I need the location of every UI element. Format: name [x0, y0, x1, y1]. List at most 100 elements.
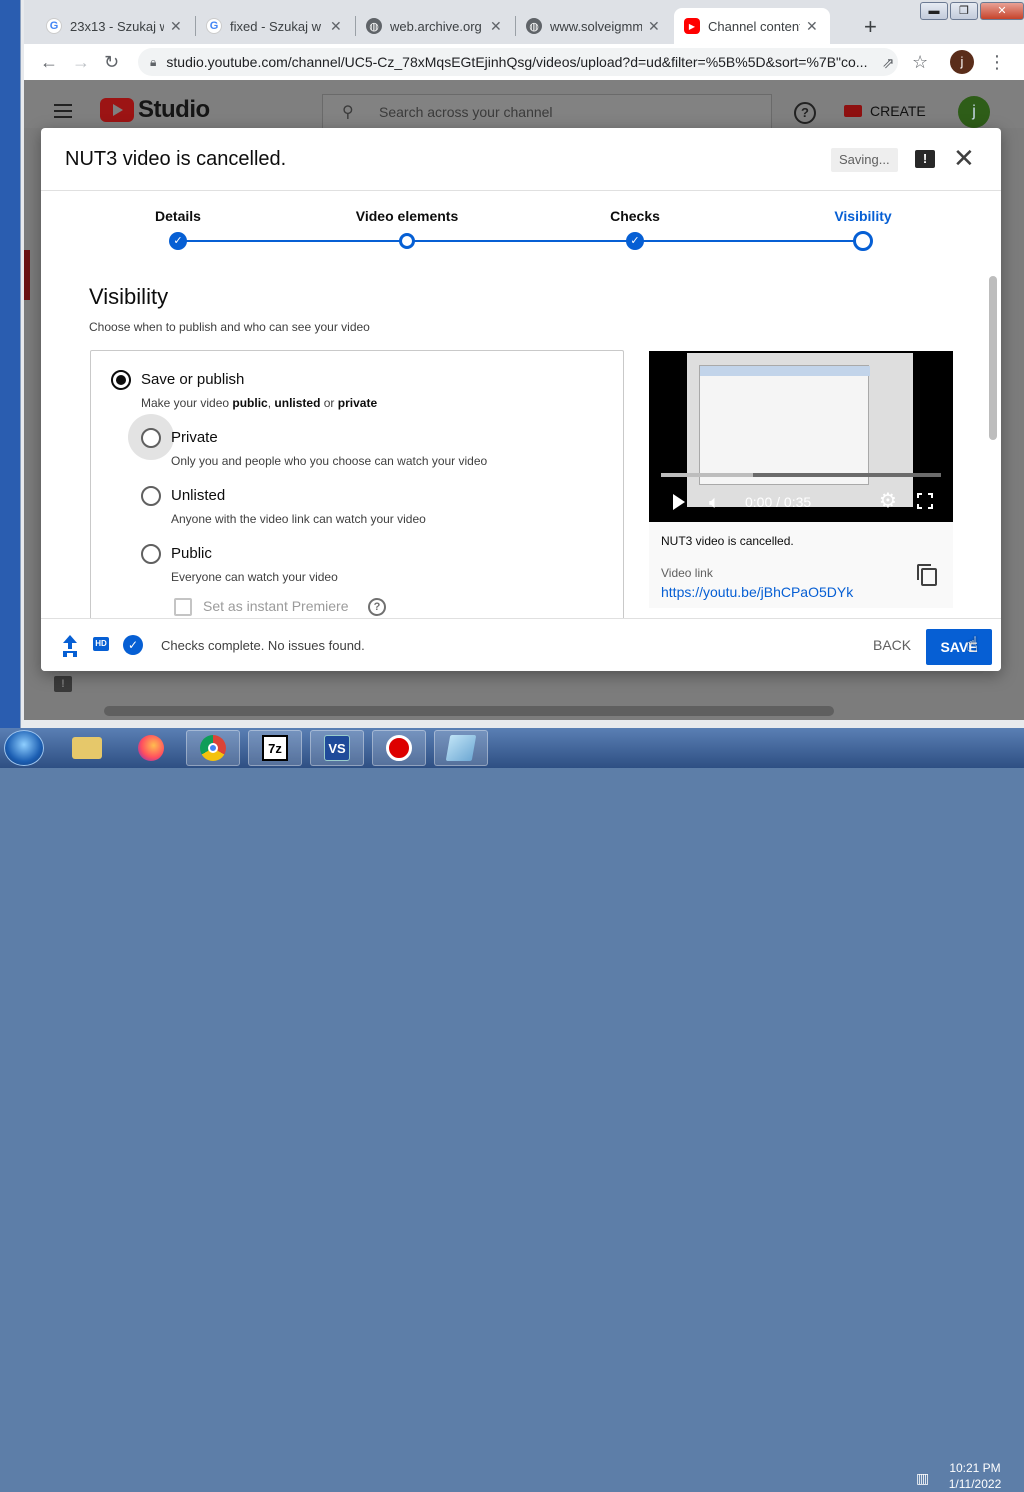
profile-avatar[interactable]: j — [950, 50, 974, 74]
new-tab-button[interactable]: + — [864, 14, 877, 40]
search-icon: ⚲ — [342, 104, 354, 121]
bookmark-star-icon[interactable]: ☆ — [912, 52, 928, 73]
save-publish-radio[interactable] — [111, 370, 131, 390]
reload-icon[interactable]: ↻ — [104, 52, 119, 73]
upload-dialog: NUT3 video is cancelled. Saving... ! ✕ D… — [41, 128, 1001, 671]
network-icon[interactable]: ▥ — [916, 1470, 929, 1487]
7zip-icon: 7z — [262, 735, 288, 761]
help-icon[interactable]: ? — [794, 102, 816, 124]
minimize-button[interactable]: ▬ — [920, 2, 948, 20]
dialog-scrollbar[interactable] — [989, 276, 997, 440]
folder-icon — [72, 737, 102, 759]
step-visibility-label[interactable]: Visibility — [834, 208, 891, 224]
step-details-label[interactable]: Details — [155, 208, 201, 224]
browser-toolbar: ← → ↻ 🔒︎ studio.youtube.com/channel/UC5-… — [24, 44, 1024, 80]
step-checks-check-icon[interactable]: ✓ — [626, 232, 644, 250]
unlisted-option-title[interactable]: Unlisted — [171, 487, 225, 504]
checks-complete-icon[interactable]: ✓ — [123, 635, 143, 655]
gear-icon[interactable]: ⚙ — [879, 490, 897, 512]
copy-icon[interactable] — [917, 564, 937, 586]
tab-close-icon[interactable]: ✕ — [170, 18, 184, 35]
save-button[interactable]: SAVE — [926, 629, 992, 665]
explorer-taskbar-button[interactable] — [60, 730, 114, 766]
tab-label: Channel content — [708, 18, 800, 34]
recorder-taskbar-button[interactable] — [372, 730, 426, 766]
thumbnail-window — [699, 365, 870, 485]
chrome-taskbar-button[interactable] — [186, 730, 240, 766]
step-visibility-node[interactable] — [853, 231, 873, 251]
tab-close-icon[interactable]: ✕ — [330, 18, 344, 35]
video-title: NUT3 video is cancelled. — [661, 534, 794, 548]
video-info-panel: NUT3 video is cancelled. Video link http… — [649, 522, 953, 608]
7zip-taskbar-button[interactable]: 7z — [248, 730, 302, 766]
video-player[interactable]: 🔈︎ 0:00 / 0:35 ⚙ — [649, 351, 953, 522]
step-video-elements-label[interactable]: Video elements — [356, 208, 458, 224]
globe-icon: ◍ — [366, 18, 382, 34]
help-icon[interactable]: ? — [368, 598, 386, 616]
close-icon[interactable]: ✕ — [953, 144, 975, 172]
studio-header: Studio Search across your channel ⚲ ? CR… — [24, 80, 1024, 130]
tab-label: 23x13 - Szukaj w G — [70, 18, 164, 34]
save-publish-title[interactable]: Save or publish — [141, 371, 244, 388]
studio-logo-text: Studio — [138, 96, 210, 123]
browser-menu-icon[interactable]: ⋮ — [988, 52, 1006, 73]
system-clock[interactable]: 10:21 PM 1/11/2022 — [940, 1460, 1010, 1492]
divider — [41, 190, 1001, 191]
tab-solveigmm[interactable]: ◍ www.solveigmm.c ✕ — [516, 8, 672, 44]
window-close-button[interactable]: ✕ — [980, 2, 1024, 20]
url-text: studio.youtube.com/channel/UC5-Cz_78xMqs… — [166, 54, 868, 70]
step-video-elements-node[interactable] — [399, 233, 415, 249]
studio-search-input[interactable]: Search across your channel — [322, 94, 772, 130]
private-option-desc: Only you and people who you choose can w… — [171, 454, 488, 468]
private-option-title[interactable]: Private — [171, 429, 218, 446]
forward-icon[interactable]: → — [72, 52, 90, 73]
vs-icon: VS — [324, 735, 350, 761]
private-radio[interactable] — [141, 428, 161, 448]
checks-status-text: Checks complete. No issues found. — [161, 638, 365, 653]
public-option-title[interactable]: Public — [171, 545, 212, 562]
share-icon[interactable]: ⇗ — [882, 54, 895, 72]
sidebar-feedback-icon[interactable]: ! — [54, 676, 72, 692]
create-button[interactable]: CREATE — [844, 96, 926, 126]
volume-icon[interactable]: 🔈︎ — [709, 492, 720, 512]
channel-avatar[interactable]: j — [958, 96, 990, 128]
tab-close-icon[interactable]: ✕ — [490, 18, 504, 35]
back-icon[interactable]: ← — [40, 52, 58, 73]
create-label: CREATE — [870, 103, 926, 119]
instant-premiere-checkbox[interactable] — [174, 598, 192, 616]
fullscreen-icon[interactable] — [916, 492, 934, 510]
tab-label: web.archive.org — [390, 18, 482, 34]
tab-close-icon[interactable]: ✕ — [648, 18, 662, 35]
video-time: 0:00 / 0:35 — [745, 494, 812, 510]
address-bar[interactable]: 🔒︎ studio.youtube.com/channel/UC5-Cz_78x… — [138, 48, 898, 76]
saving-badge: Saving... — [831, 148, 898, 172]
notepad-taskbar-button[interactable] — [434, 730, 488, 766]
video-progress-fill — [661, 473, 754, 477]
stepper-line — [178, 240, 863, 242]
google-icon: G — [46, 18, 62, 34]
hd-icon[interactable]: HD — [93, 637, 109, 651]
tab-channel-content[interactable]: ▶ Channel content ✕ — [674, 8, 830, 44]
tab-web-archive[interactable]: ◍ web.archive.org ✕ — [356, 8, 514, 44]
step-details-check-icon[interactable]: ✓ — [169, 232, 187, 250]
maximize-button[interactable]: ❐ — [950, 2, 978, 20]
firefox-taskbar-button[interactable] — [124, 730, 178, 766]
vs-taskbar-button[interactable]: VS — [310, 730, 364, 766]
horizontal-scrollbar[interactable] — [104, 706, 834, 716]
back-button[interactable]: BACK — [873, 637, 911, 653]
step-checks-label[interactable]: Checks — [610, 208, 660, 224]
play-icon[interactable] — [673, 494, 685, 510]
tab-label: www.solveigmm.c — [550, 18, 642, 34]
tab-google-search-2[interactable]: G fixed - Szukaj w G ✕ — [196, 8, 354, 44]
feedback-icon[interactable]: ! — [915, 150, 935, 168]
unlisted-radio[interactable] — [141, 486, 161, 506]
tab-close-icon[interactable]: ✕ — [806, 18, 820, 35]
public-radio[interactable] — [141, 544, 161, 564]
tab-label: fixed - Szukaj w G — [230, 18, 324, 34]
hamburger-menu-icon[interactable] — [54, 104, 72, 122]
tab-google-search-1[interactable]: G 23x13 - Szukaj w G ✕ — [36, 8, 194, 44]
video-link[interactable]: https://youtu.be/jBhCPaO5DYk — [661, 584, 853, 600]
dialog-footer: HD ✓ Checks complete. No issues found. B… — [41, 618, 1001, 671]
windows-start-button[interactable] — [4, 730, 44, 766]
video-progress-bar[interactable] — [661, 473, 941, 477]
